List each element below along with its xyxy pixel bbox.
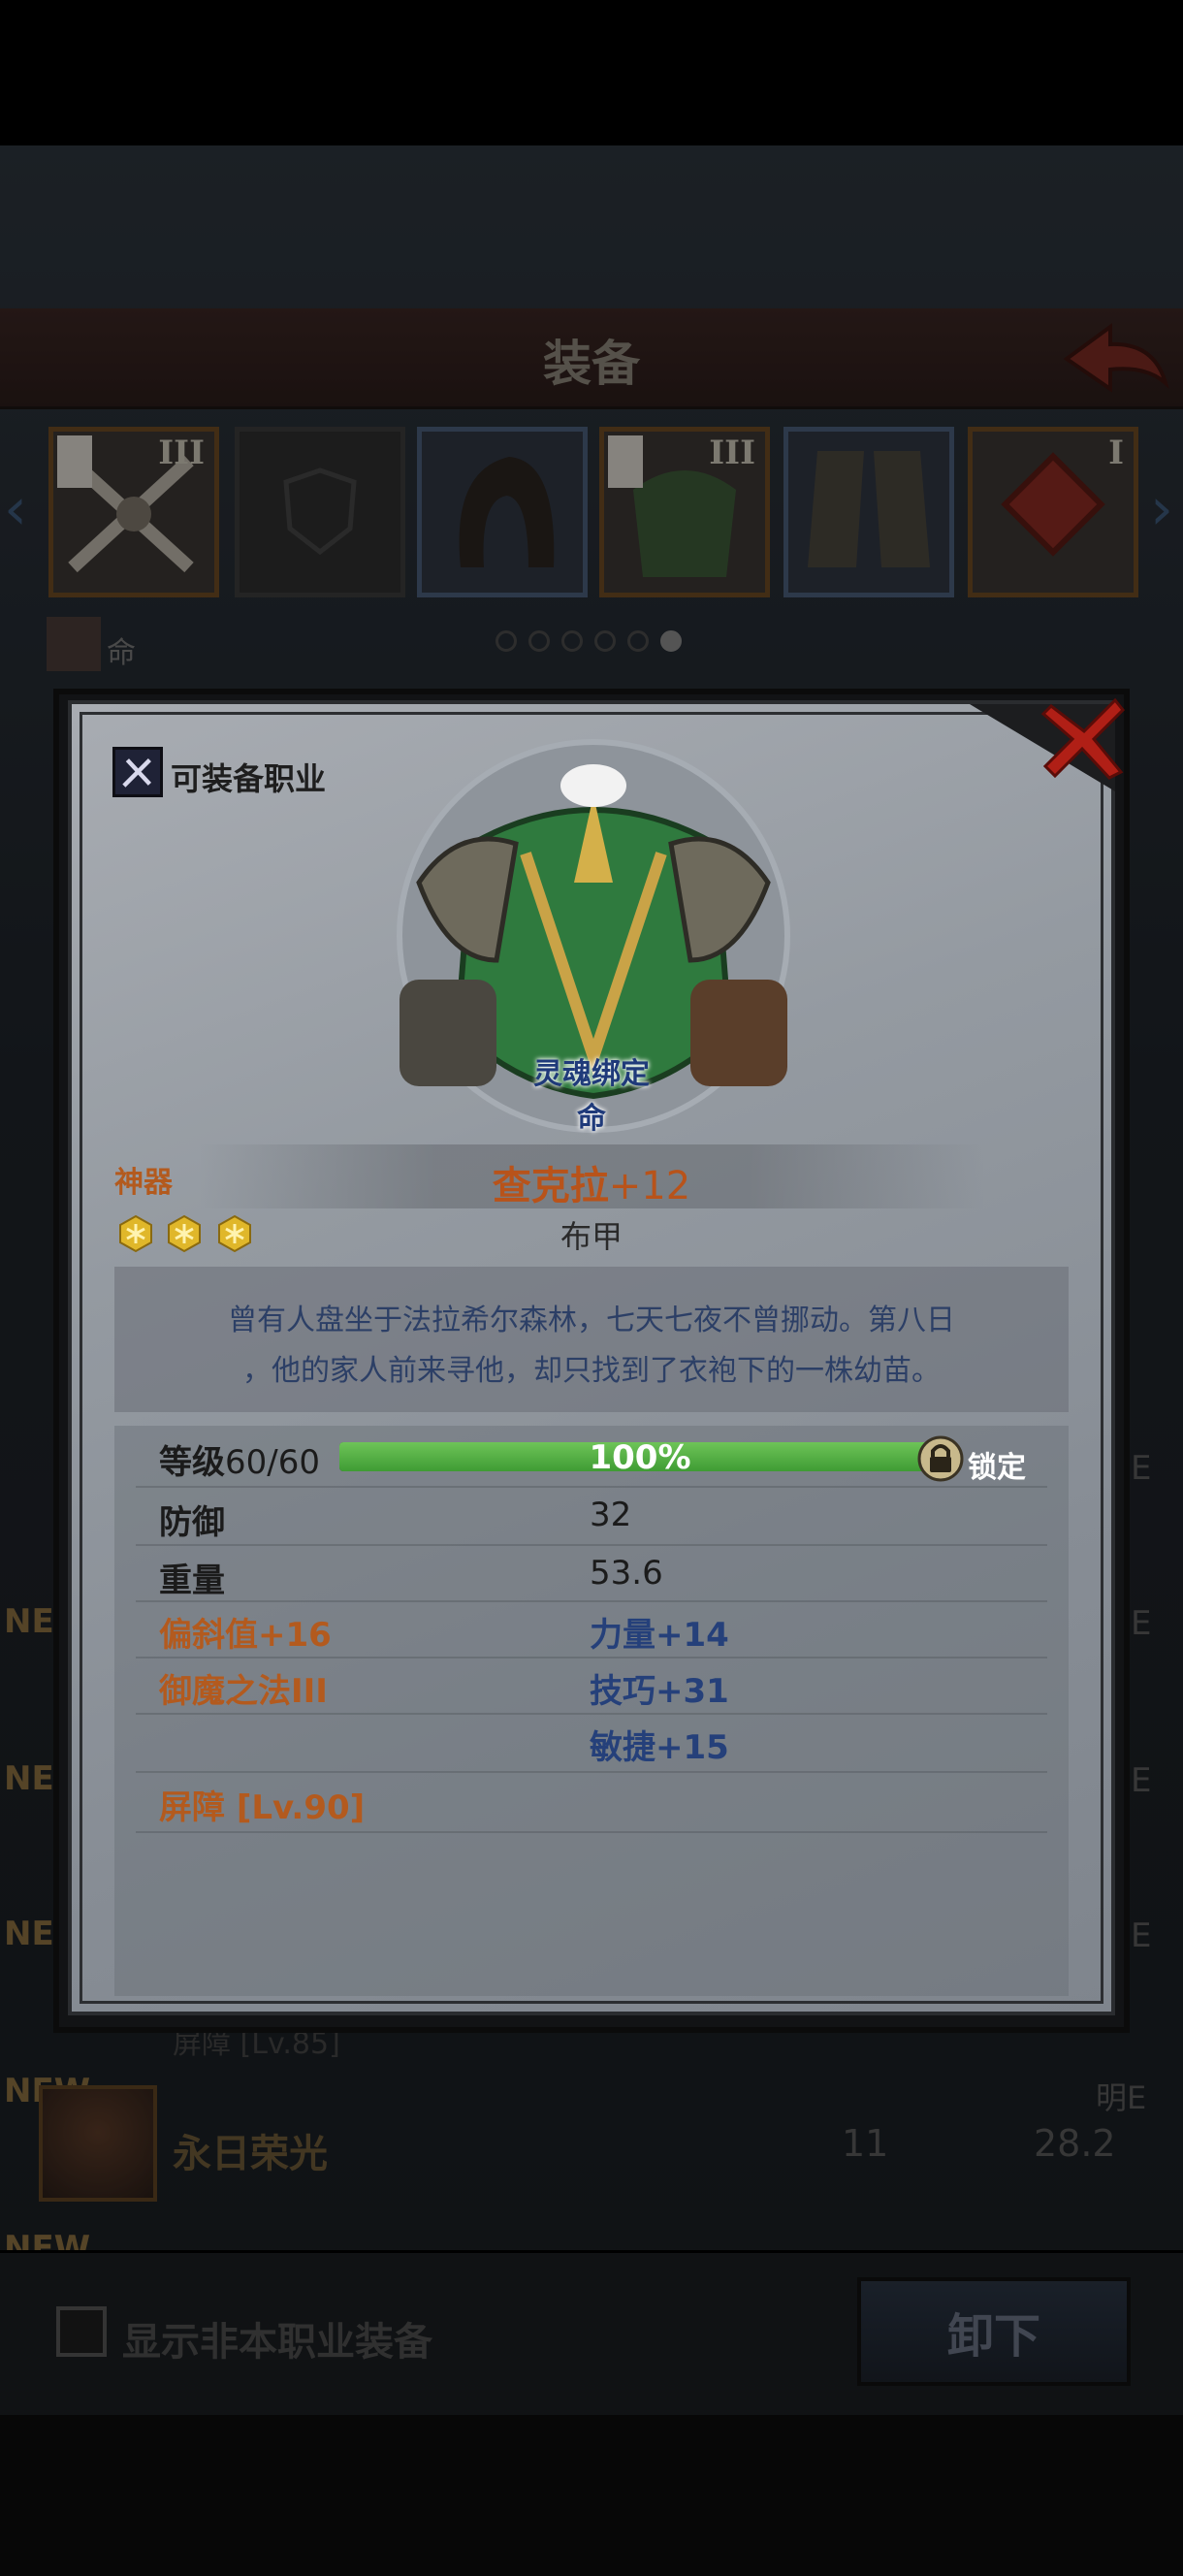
barrier-stat: 屏障 [Lv.90] [159, 1788, 366, 1827]
defense-label: 防御 [159, 1503, 225, 1542]
row-divider [136, 1713, 1047, 1715]
lock-icon[interactable] [917, 1435, 964, 1482]
level-label: 等级 [159, 1443, 225, 1482]
item-enhance-level: +12 [608, 1164, 691, 1208]
rarity-star-icon [119, 1214, 152, 1253]
row-divider [136, 1486, 1047, 1488]
soulbound-owner-label: 命 [577, 1102, 606, 1136]
level-row: 等级60/60 [159, 1435, 320, 1483]
row-divider [136, 1831, 1047, 1833]
equippable-class-label[interactable]: 可装备职业 [171, 755, 326, 799]
item-name: 查克拉+12 [0, 1154, 1183, 1210]
skill-stat: 技巧+31 [590, 1672, 729, 1711]
row-divider [136, 1544, 1047, 1546]
level-value: 60/60 [225, 1443, 320, 1482]
description-line: 曾有人盘坐于法拉希尔森林，七天七夜不曾挪动。第八日 [228, 1304, 955, 1337]
weight-value: 53.6 [590, 1554, 663, 1593]
soulbound-label: 灵魂绑定 [533, 1057, 650, 1091]
strength-stat: 力量+14 [590, 1616, 729, 1655]
defense-value: 32 [590, 1496, 632, 1534]
description-line: ，他的家人前来寻他，却只找到了衣袍下的一株幼苗。 [242, 1354, 941, 1388]
row-divider [136, 1657, 1047, 1658]
magic-resist-stat: 御魔之法III [159, 1672, 328, 1711]
item-description: 曾有人盘坐于法拉希尔森林，七天七夜不曾挪动。第八日 ，他的家人前来寻他，却只找到… [126, 1296, 1057, 1397]
rarity-star-icon [168, 1214, 201, 1253]
item-name-text: 查克拉 [492, 1164, 609, 1208]
agility-stat: 敏捷+15 [590, 1728, 729, 1767]
row-divider [136, 1600, 1047, 1602]
xp-percent: 100% [589, 1438, 691, 1477]
rarity-star-icon [218, 1214, 251, 1253]
bias-stat: 偏斜值+16 [159, 1616, 332, 1655]
row-divider [136, 1771, 1047, 1773]
class-icon [112, 747, 163, 797]
lock-label[interactable]: 锁定 [968, 1443, 1026, 1486]
weight-label: 重量 [159, 1562, 225, 1600]
close-icon[interactable] [1038, 691, 1131, 784]
